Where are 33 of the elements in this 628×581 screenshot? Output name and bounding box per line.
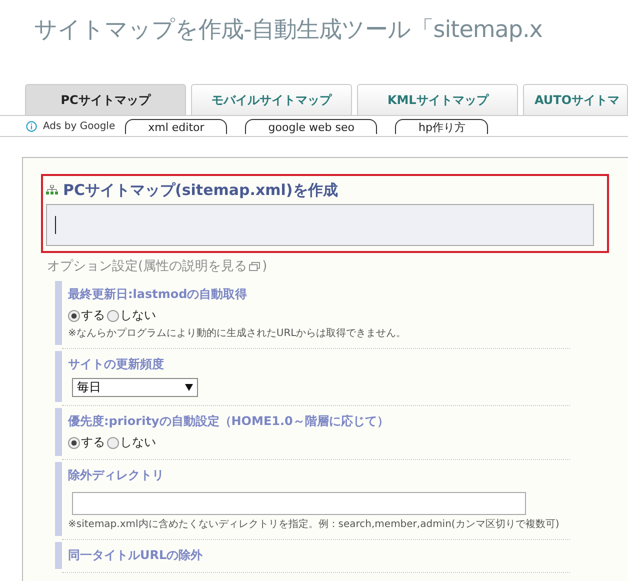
ad-link[interactable]: xml editor (125, 118, 228, 134)
section-title: 除外ディレクトリ (68, 467, 165, 484)
url-input-field[interactable] (46, 204, 594, 246)
tab[interactable]: PCサイトマップ (25, 84, 186, 115)
radio-button[interactable] (68, 310, 80, 322)
tab[interactable]: KMLサイトマップ (357, 84, 518, 115)
ads-label: Ads by Google (43, 120, 116, 132)
options-link-paren: ) (262, 258, 268, 274)
tab[interactable]: AUTOサイトマ (523, 84, 628, 115)
radio-label: しない (120, 307, 156, 324)
sitemap-icon (46, 185, 58, 195)
section-title: 優先度:priorityの自動設定（HOME1.0～階層に応じて） (68, 413, 390, 430)
radio-label: する (81, 307, 105, 324)
section-title: サイトの更新頻度 (68, 356, 165, 373)
ad-link[interactable]: hp作り方 (395, 118, 488, 134)
new-window-icon (249, 262, 260, 270)
frequency-dropdown[interactable]: 毎日 (72, 378, 198, 397)
radio-label: する (81, 434, 105, 451)
form-heading: PCサイトマップ(sitemap.xml)を作成 (63, 180, 338, 200)
radio-button[interactable] (68, 436, 80, 448)
section-title: 最終更新日:lastmodの自動取得 (68, 286, 248, 303)
section-note: ※なんらかプログラムにより動的に生成されたURLからは取得できません。 (68, 326, 408, 340)
dropdown-arrow-icon (185, 384, 193, 391)
radio-button[interactable] (107, 310, 119, 322)
radio-button[interactable] (107, 436, 119, 448)
section-title: 同一タイトルURLの除外 (68, 547, 204, 564)
section-note: ※sitemap.xml内に含めたくないディレクトリを指定。例：search,member,admin(カンマ区切りで複数可) (68, 518, 560, 531)
tab[interactable]: モバイルサイトマップ (191, 84, 352, 115)
ad-link[interactable]: google web seo (245, 118, 378, 134)
radio-label: しない (120, 434, 156, 451)
page-title: サイトマップを作成-自動生成ツール「sitemap.x (33, 16, 542, 45)
exclude-input-field[interactable] (72, 492, 526, 515)
info-icon (26, 120, 37, 132)
